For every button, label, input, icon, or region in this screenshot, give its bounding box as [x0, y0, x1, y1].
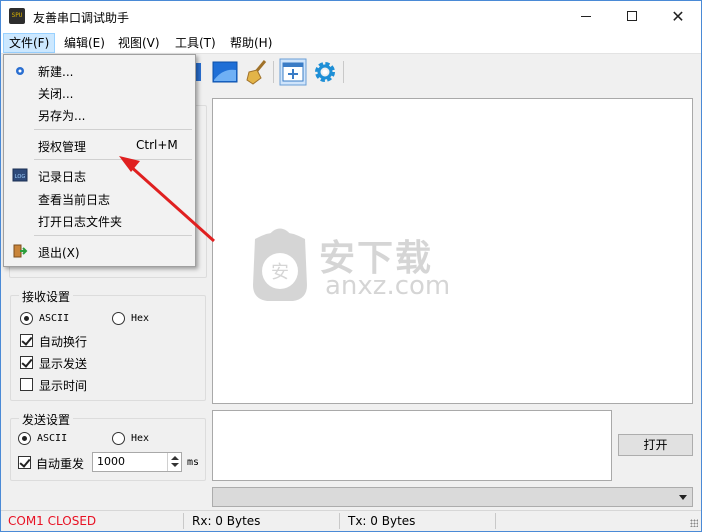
send-ascii-label: ASCII [37, 433, 68, 444]
menu-item-save-as[interactable]: 另存为... [6, 103, 193, 125]
add-panel-icon [279, 58, 307, 86]
menu-file[interactable]: 文件(F) [3, 33, 56, 53]
close-icon: ✕ [671, 7, 685, 26]
resend-interval-stepper[interactable]: 1000 [92, 452, 182, 472]
window-title: 友善串口调试助手 [33, 11, 130, 25]
maximize-icon [627, 11, 637, 21]
window-toolbar-button[interactable] [211, 58, 239, 86]
menu-item-open-log-folder[interactable]: 打开日志文件夹 [6, 209, 193, 231]
toolbar-separator [343, 61, 344, 83]
svg-text:LOG: LOG [15, 174, 26, 180]
auto-newline-checkbox[interactable] [20, 334, 33, 347]
toolbar-separator [273, 61, 274, 83]
settings-toolbar-button[interactable] [311, 58, 339, 86]
menu-item-new[interactable]: 新建... [6, 59, 193, 81]
send-settings-title: 发送设置 [19, 411, 74, 428]
exit-icon [13, 244, 28, 258]
watermark: 安 安下载 anxz.com [243, 225, 473, 305]
auto-resend-label: 自动重发 [36, 457, 85, 471]
send-hex-radio[interactable] [112, 432, 125, 445]
menu-tools[interactable]: 工具(T) [170, 33, 221, 53]
auto-newline-label: 自动换行 [39, 335, 88, 349]
gear-icon [315, 62, 335, 82]
chevron-down-icon[interactable] [171, 463, 179, 467]
interval-unit-label: ms [187, 457, 200, 468]
receive-settings-title: 接收设置 [19, 288, 74, 305]
menu-item-label: 退出(X) [38, 246, 80, 260]
status-bar: COM1 CLOSED Rx: 0 Bytes Tx: 0 Bytes [1, 510, 701, 531]
auto-resend-checkbox[interactable] [18, 456, 31, 469]
menu-item-exit[interactable]: 退出(X) [6, 240, 193, 262]
send-text-area[interactable] [212, 410, 612, 481]
menu-edit[interactable]: 编辑(E) [59, 33, 110, 53]
window-icon [212, 61, 238, 83]
app-logo-icon: SPU [9, 8, 25, 24]
menu-item-shortcut: Ctrl+M [136, 138, 178, 152]
resize-grip[interactable] [690, 519, 698, 527]
title-bar: SPU 友善串口调试助手 ✕ [1, 1, 701, 32]
menu-separator [34, 129, 192, 130]
watermark-en: anxz.com [325, 271, 451, 301]
stepper-buttons[interactable] [167, 453, 181, 471]
new-icon [16, 67, 24, 75]
menu-item-license[interactable]: 授权管理 Ctrl+M [6, 134, 193, 156]
receive-text-area[interactable]: 安 安下载 anxz.com [212, 98, 693, 404]
show-send-label: 显示发送 [39, 357, 88, 371]
receive-hex-label: Hex [131, 313, 150, 324]
menu-item-label: 打开日志文件夹 [38, 215, 123, 229]
show-time-label: 显示时间 [39, 379, 88, 393]
open-port-button[interactable]: 打开 [618, 434, 693, 456]
menu-help[interactable]: 帮助(H) [225, 33, 277, 53]
chevron-up-icon[interactable] [171, 456, 179, 460]
minimize-icon [581, 15, 591, 17]
rx-count: Rx: 0 Bytes [192, 514, 261, 528]
menu-item-label: 记录日志 [38, 170, 87, 184]
app-window: SPU 友善串口调试助手 ✕ 文件(F) 编辑(E) 视图(V) 工具(T) 帮… [0, 0, 702, 532]
chevron-down-icon[interactable] [679, 495, 687, 500]
close-button[interactable]: ✕ [655, 1, 701, 32]
menu-item-label: 关闭... [38, 87, 74, 101]
menu-bar: 文件(F) 编辑(E) 视图(V) 工具(T) 帮助(H) [1, 32, 701, 54]
log-icon: LOG [12, 168, 28, 182]
status-separator [339, 513, 340, 529]
add-panel-toolbar-button[interactable] [279, 58, 307, 86]
svg-text:安: 安 [271, 262, 289, 283]
shield-bag-icon: 安 [253, 228, 307, 301]
tx-count: Tx: 0 Bytes [348, 514, 416, 528]
show-send-checkbox[interactable] [20, 356, 33, 369]
broom-icon [246, 60, 267, 85]
menu-item-close[interactable]: 关闭... [6, 81, 193, 103]
menu-item-view-log[interactable]: 查看当前日志 [6, 187, 193, 209]
status-separator [495, 513, 496, 529]
receive-hex-radio[interactable] [112, 312, 125, 325]
com-status: COM1 CLOSED [8, 514, 97, 528]
status-separator [183, 513, 184, 529]
menu-item-label: 查看当前日志 [38, 193, 111, 207]
send-hex-label: Hex [131, 433, 150, 444]
menu-item-label: 新建... [38, 65, 74, 79]
resend-interval-value: 1000 [97, 455, 125, 468]
maximize-button[interactable] [609, 1, 655, 32]
history-combobox[interactable] [212, 487, 693, 507]
menu-item-label: 另存为... [38, 109, 86, 123]
menu-separator [34, 159, 192, 160]
menu-separator [34, 235, 192, 236]
show-time-checkbox[interactable] [20, 378, 33, 391]
clear-toolbar-button[interactable] [243, 58, 271, 86]
receive-ascii-label: ASCII [39, 313, 70, 324]
file-menu-dropdown: 新建... 关闭... 另存为... 授权管理 Ctrl+M LOG 记录日志 … [3, 54, 196, 267]
receive-ascii-radio[interactable] [20, 312, 33, 325]
menu-item-record-log[interactable]: LOG 记录日志 [6, 164, 193, 186]
minimize-button[interactable] [563, 1, 609, 32]
menu-item-label: 授权管理 [38, 140, 87, 154]
menu-view[interactable]: 视图(V) [113, 33, 165, 53]
send-ascii-radio[interactable] [18, 432, 31, 445]
